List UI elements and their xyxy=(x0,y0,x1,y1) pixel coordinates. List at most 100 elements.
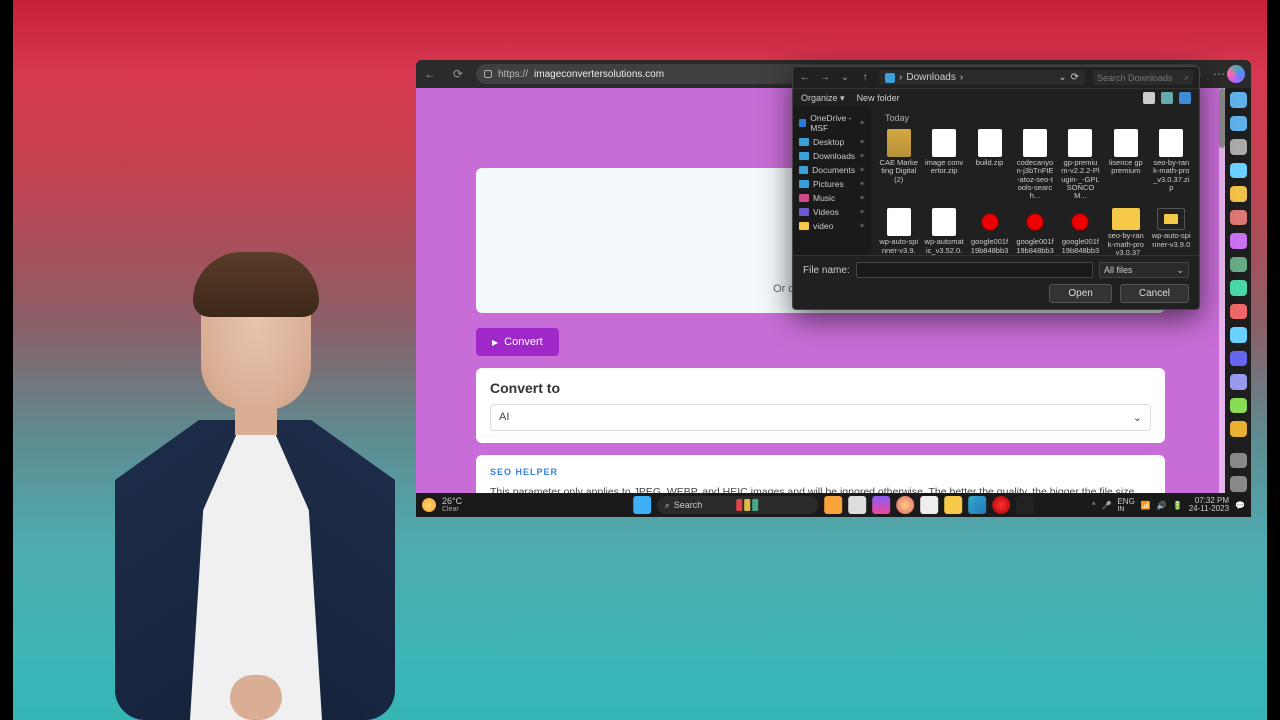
rail-bottom-icon-1[interactable] xyxy=(1230,476,1247,492)
dialog-recent-button[interactable]: ⌄ xyxy=(839,72,851,84)
rail-icon-10[interactable] xyxy=(1230,327,1247,343)
sidebar-item-documents[interactable]: Documents⁕ xyxy=(795,163,869,177)
taskbar-app-1[interactable] xyxy=(824,496,842,514)
file-item[interactable]: seo-by-rank-math-pro_v3.0.37 xyxy=(1104,206,1147,255)
taskbar-app-2[interactable] xyxy=(848,496,866,514)
filetype-filter[interactable]: All files⌄ xyxy=(1099,262,1189,278)
language-indicator[interactable]: ENG IN xyxy=(1117,498,1134,513)
rail-icon-6[interactable] xyxy=(1230,233,1247,249)
menu-button[interactable]: ⋯ xyxy=(1211,66,1227,82)
format-selected: AI xyxy=(499,411,509,424)
taskbar-app-3[interactable] xyxy=(872,496,890,514)
sidebar-item-label: video xyxy=(813,221,833,231)
taskbar-app-4[interactable] xyxy=(896,496,914,514)
breadcrumb-dropdown-icon[interactable]: ⌄ xyxy=(1058,72,1066,83)
dialog-footer: File name: All files⌄ Open Cancel xyxy=(793,255,1199,309)
taskbar-app-5[interactable] xyxy=(920,496,938,514)
rail-icon-9[interactable] xyxy=(1230,304,1247,320)
view-button[interactable] xyxy=(1143,92,1155,104)
sidebar-item-pictures[interactable]: Pictures⁕ xyxy=(795,177,869,191)
back-button[interactable]: ← xyxy=(422,66,438,82)
rail-icon-8[interactable] xyxy=(1230,280,1247,296)
file-item[interactable]: codecanyon-j3bTnFtE-atoz-seo-tools-searc… xyxy=(1013,127,1056,202)
organize-menu[interactable]: Organize ▾ xyxy=(801,93,845,104)
weather-icon[interactable] xyxy=(422,498,436,512)
wifi-icon[interactable]: 📶 xyxy=(1141,501,1151,510)
file-label: google001f19b848bb39f3 (2) xyxy=(1015,238,1054,255)
dialog-header: ← → ⌄ ↑ › Downloads › ⌄ ⟳ Search Downloa… xyxy=(793,67,1199,89)
edge-icon[interactable] xyxy=(968,496,986,514)
rail-icon-5[interactable] xyxy=(1230,210,1247,226)
help-button[interactable] xyxy=(1179,92,1191,104)
weather-widget[interactable]: 26°C Clear xyxy=(442,497,462,513)
opera-icon xyxy=(1023,208,1047,236)
file-item[interactable]: CAE Marketing Digital (2) xyxy=(877,127,920,202)
rail-icon-13[interactable] xyxy=(1230,398,1247,414)
file-item[interactable]: google001f19b848bb39f3 (3) xyxy=(968,206,1011,255)
rail-icon-4[interactable] xyxy=(1230,186,1247,202)
clock[interactable]: 07:32 PM 24-11-2023 xyxy=(1189,497,1229,513)
dialog-up-button[interactable]: ↑ xyxy=(859,72,871,84)
sidebar-item-videos[interactable]: Videos⁕ xyxy=(795,205,869,219)
opera-icon[interactable] xyxy=(992,496,1010,514)
open-button[interactable]: Open xyxy=(1049,284,1111,303)
dialog-file-pane[interactable]: Today CAE Marketing Digital (2)image con… xyxy=(871,107,1199,255)
url-text: imageconvertersolutions.com xyxy=(534,69,664,80)
convert-button[interactable]: Convert xyxy=(476,328,559,356)
file-item[interactable]: lisence gp premium xyxy=(1104,127,1147,202)
taskbar-search[interactable]: ⌕ Search xyxy=(657,496,819,514)
sidebar-item-downloads[interactable]: Downloads⁕ xyxy=(795,149,869,163)
tray-chevron-icon[interactable]: ^ xyxy=(1092,501,1096,510)
volume-icon[interactable]: 🔊 xyxy=(1157,501,1167,510)
rail-icon-11[interactable] xyxy=(1230,351,1247,367)
file-label: google001f19b848bb39f3 (3) xyxy=(970,238,1009,255)
file-label: lisence gp premium xyxy=(1106,159,1145,176)
preview-button[interactable] xyxy=(1161,92,1173,104)
file-item[interactable]: image convertor.zip xyxy=(922,127,965,202)
pin-icon: ⁕ xyxy=(859,138,865,146)
newfolder-button[interactable]: New folder xyxy=(857,93,900,103)
rail-icon-3[interactable] xyxy=(1230,163,1247,179)
folder-icon xyxy=(799,222,809,230)
sidebar-item-video[interactable]: video⁕ xyxy=(795,219,869,233)
file-label: seo-by-rank-math-pro_v3.0.37 xyxy=(1106,232,1145,255)
file-item[interactable]: wp-automatic_v3.52.0.zip xyxy=(922,206,965,255)
rail-bottom-icon-0[interactable] xyxy=(1230,453,1247,469)
file-item[interactable]: seo-by-rank-math-pro_v3.0.37.zip xyxy=(1150,127,1193,202)
file-item[interactable]: google001f19b848bb39f3 (2) xyxy=(1013,206,1056,255)
start-button[interactable] xyxy=(633,496,651,514)
sidebar-item-desktop[interactable]: Desktop⁕ xyxy=(795,135,869,149)
dialog-back-button[interactable]: ← xyxy=(799,72,811,84)
rail-icon-1[interactable] xyxy=(1230,116,1247,132)
file-item[interactable]: google001f19b848bb39f3 (1) xyxy=(1059,206,1102,255)
refresh-button[interactable]: ⟳ xyxy=(450,66,466,82)
file-open-dialog: ← → ⌄ ↑ › Downloads › ⌄ ⟳ Search Downloa… xyxy=(792,66,1200,310)
rail-icon-2[interactable] xyxy=(1230,139,1247,155)
cancel-button[interactable]: Cancel xyxy=(1120,284,1189,303)
file-item[interactable]: gp-premium-v2.2.2-Plugin-_-GPLSONCOM... xyxy=(1059,127,1102,202)
sidebar-item-music[interactable]: Music⁕ xyxy=(795,191,869,205)
dialog-search-input[interactable]: Search Downloads ⌕ xyxy=(1093,70,1193,85)
file-item[interactable]: wp-auto-spinner-v3.9.0.zip xyxy=(877,206,920,255)
sidebar-item-label: Pictures xyxy=(813,179,844,189)
sidebar-item-onedrive-msf[interactable]: OneDrive - MSF⁕ xyxy=(795,111,869,135)
dialog-forward-button[interactable]: → xyxy=(819,72,831,84)
file-icon xyxy=(887,129,911,157)
notifications-icon[interactable]: 💬 xyxy=(1235,501,1245,510)
filename-input[interactable] xyxy=(856,262,1093,278)
file-item[interactable]: build.zip xyxy=(968,127,1011,202)
battery-icon[interactable]: 🔋 xyxy=(1173,501,1183,510)
rail-icon-7[interactable] xyxy=(1230,257,1247,273)
file-item[interactable]: wp-auto-spinner-v3.9.0 xyxy=(1150,206,1193,255)
rail-icon-0[interactable] xyxy=(1230,92,1247,108)
dialog-refresh-button[interactable]: ⟳ xyxy=(1071,72,1079,83)
file-label: wp-auto-spinner-v3.9.0.zip xyxy=(879,238,918,255)
taskbar-app-9[interactable] xyxy=(1016,496,1034,514)
format-select[interactable]: AI ⌄ xyxy=(490,404,1151,431)
rail-icon-14[interactable] xyxy=(1230,421,1247,437)
rail-icon-12[interactable] xyxy=(1230,374,1247,390)
tray-mic-icon[interactable]: 🎤 xyxy=(1101,501,1111,510)
copilot-icon[interactable] xyxy=(1227,65,1245,83)
file-explorer-icon[interactable] xyxy=(944,496,962,514)
dialog-breadcrumb[interactable]: › Downloads › ⌄ ⟳ xyxy=(879,70,1085,85)
